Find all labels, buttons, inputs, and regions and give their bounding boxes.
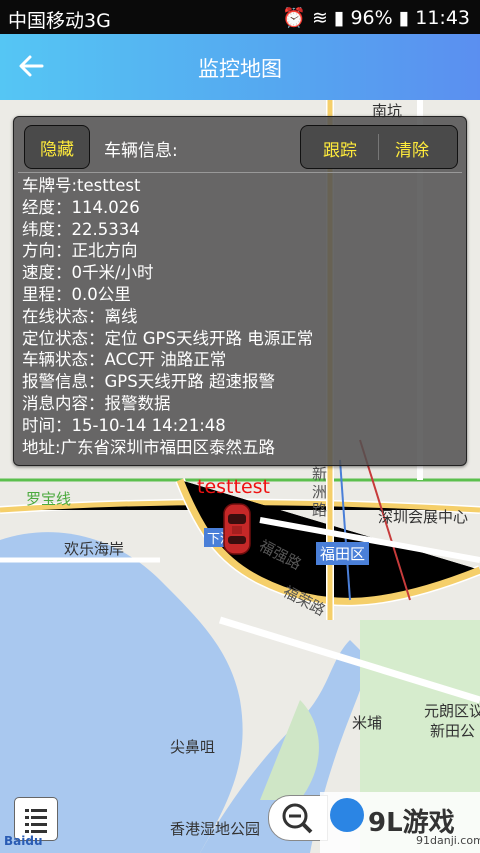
button-divider [378, 134, 379, 160]
battery-icon: ▮ [398, 7, 410, 29]
vehicle-info-panel: 隐藏 车辆信息: 跟踪 清除 车牌号:testtest 经度：114.026 纬… [13, 116, 467, 466]
vehicle-marker-label: testtest [197, 476, 270, 498]
clear-button[interactable]: 清除 [395, 136, 429, 161]
baidu-logo: Baidu [4, 834, 43, 848]
wifi-icon: ≋ [311, 7, 328, 29]
action-button-group: 跟踪 清除 [300, 125, 458, 169]
map-label-xianggang: 香港湿地公园 [170, 820, 261, 838]
info-speed: 速度：0千米/小时 [22, 263, 154, 283]
carrier-text: 中国移动3G [8, 10, 111, 32]
zoom-out-icon [282, 803, 313, 834]
info-message: 消息内容：报警数据 [22, 393, 171, 413]
alarm-icon: ⏰ [282, 7, 306, 29]
watermark-logo-icon [330, 798, 364, 832]
info-location-status: 定位状态：定位 GPS天线开路 电源正常 [22, 328, 314, 348]
signal-icon: ▮ [333, 7, 345, 29]
info-time: 时间：15-10-14 14:21:48 [22, 415, 226, 435]
map-label-mipu: 米埔 [352, 714, 383, 732]
map-label-luobao: 罗宝线 [26, 490, 72, 508]
status-right: ⏰ ≋ ▮ 96% ▮ 11:43 [282, 6, 470, 29]
map-label-yuanlang: 元朗区议 [424, 702, 480, 720]
car-marker-icon[interactable] [222, 502, 252, 556]
info-vehicle-status: 车辆状态：ACC开 油路正常 [22, 350, 227, 370]
map-label-jianbi: 尖鼻咀 [170, 738, 216, 756]
info-mileage: 里程：0.0公里 [22, 284, 131, 304]
clock: 11:43 [415, 7, 470, 29]
map-label-futian: 福田区 [316, 542, 370, 565]
panel-divider [18, 172, 462, 173]
map-label-huanle: 欢乐海岸 [64, 540, 125, 558]
info-direction: 方向：正北方向 [22, 241, 138, 261]
info-online-status: 在线状态：离线 [22, 306, 138, 326]
zoom-out-button[interactable] [268, 795, 328, 841]
map-label-xinzhou: 新洲路 [312, 465, 328, 519]
info-plate: 车牌号:testtest [22, 176, 141, 195]
watermark-url: 91danji.com [416, 834, 480, 847]
header-bar: 监控地图 [0, 34, 480, 100]
info-alarm: 报警信息：GPS天线开路 超速报警 [22, 372, 275, 392]
watermark: 9L游戏 91danji.com [320, 792, 480, 853]
track-button[interactable]: 跟踪 [323, 136, 357, 161]
vehicle-info-list: 车牌号:testtest 经度：114.026 纬度：22.5334 方向：正北… [22, 175, 313, 458]
battery-percent: 96% [350, 7, 393, 29]
map-label-xintian: 新田公 [430, 722, 476, 740]
map-label-huizhan: 深圳会展中心 [378, 508, 469, 526]
hide-button[interactable]: 隐藏 [24, 125, 90, 169]
vehicle-info-label: 车辆信息: [104, 141, 178, 161]
info-latitude: 纬度：22.5334 [22, 219, 140, 239]
info-address: 地址:广东省深圳市福田区泰然五路 [22, 437, 276, 457]
page-title: 监控地图 [198, 57, 282, 81]
status-bar: 中国移动3G ⏰ ≋ ▮ 96% ▮ 11:43 [0, 0, 480, 34]
info-longitude: 经度：114.026 [22, 197, 140, 217]
